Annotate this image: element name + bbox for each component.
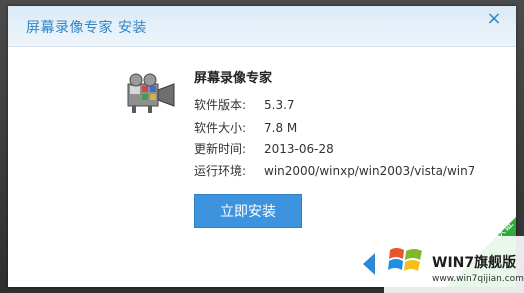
info-row-size: 软件大小: 7.8 M — [194, 119, 297, 136]
watermark-title: WIN7旗舰版 — [432, 255, 517, 271]
info-label: 更新时间: — [194, 142, 247, 156]
info-label: 软件大小: — [194, 121, 247, 135]
info-row-updated: 更新时间: 2013-06-28 — [194, 140, 334, 157]
close-icon[interactable]: × — [486, 10, 502, 28]
install-button[interactable]: 立即安装 — [194, 194, 302, 228]
app-name: 屏幕录像专家 — [194, 71, 273, 86]
watermark-url: www.win7qijian.com — [432, 274, 524, 284]
info-value: 7.8 M — [264, 121, 298, 135]
windows-logo-icon — [388, 248, 422, 271]
info-value: 5.3.7 — [264, 98, 295, 112]
window-frame: 屏幕录像专家 安装 × 屏幕录像专家 软件版本: 5.3.7 软件大小: 7.8 M… — [0, 0, 524, 293]
title-bar: 屏幕录像专家 安装 × — [8, 6, 516, 47]
info-label: 运行环境: — [194, 164, 247, 178]
dialog-title: 屏幕录像专家 安装 — [26, 20, 147, 36]
info-value: 2013-06-28 — [264, 142, 334, 156]
video-camera-icon — [127, 73, 175, 113]
previous-arrow-icon[interactable] — [363, 253, 375, 275]
info-label: 软件版本: — [194, 98, 247, 112]
info-row-environment: 运行环境: win2000/winxp/win2003/vista/win7 — [194, 162, 474, 179]
info-row-version: 软件版本: 5.3.7 — [194, 96, 295, 113]
info-value: win2000/winxp/win2003/vista/win7 — [264, 164, 474, 178]
